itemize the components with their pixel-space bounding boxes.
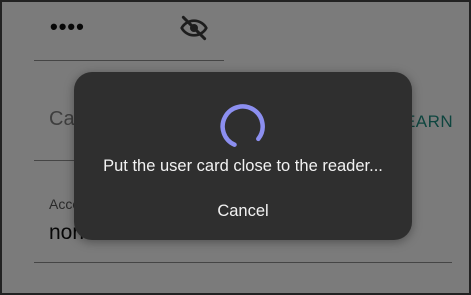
- cancel-button[interactable]: Cancel: [193, 196, 293, 226]
- card-reader-dialog: Put the user card close to the reader...…: [74, 72, 412, 240]
- screen: •••• Card number LEARN Access type no: [0, 0, 471, 295]
- spinner-icon: [217, 100, 269, 152]
- dialog-message: Put the user card close to the reader...: [103, 157, 383, 175]
